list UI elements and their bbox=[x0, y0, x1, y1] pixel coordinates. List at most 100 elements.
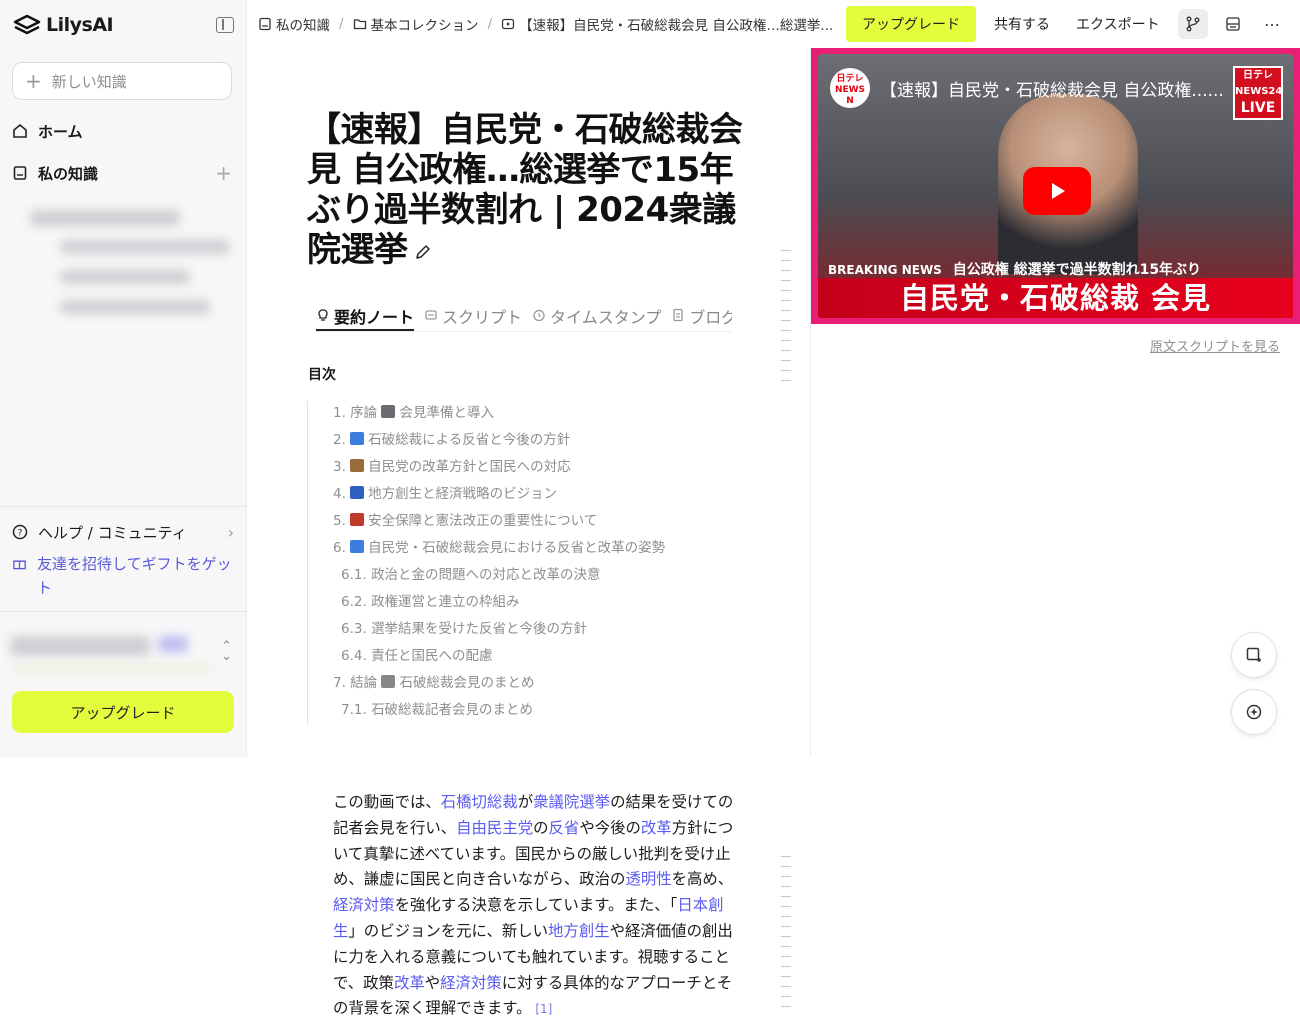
keyword-link[interactable]: 透明性 bbox=[625, 870, 671, 888]
notebook-icon bbox=[259, 17, 271, 31]
help-label: ヘルプ / コミュニティ bbox=[38, 523, 187, 542]
summary-text: この動画では、 bbox=[333, 793, 441, 811]
breaking-news-label: BREAKING NEWS bbox=[828, 263, 942, 277]
toc-item[interactable]: 1. 序論 会見準備と導入 bbox=[333, 401, 757, 428]
sidebar-item-label: ホーム bbox=[38, 122, 83, 141]
account-switcher[interactable]: ⌃ ⌄ bbox=[8, 628, 234, 678]
sidebar-item-my-knowledge[interactable]: 私の知識 + bbox=[12, 158, 234, 188]
toc-item-number: 6.1. bbox=[341, 567, 372, 583]
sidebar-collapse-icon[interactable] bbox=[216, 17, 234, 33]
toc-item[interactable]: 6.2. 政権運営と連立の枠組み bbox=[333, 590, 757, 617]
sidebar-upgrade-button[interactable]: アップグレード bbox=[12, 691, 234, 733]
toc-item-label: 石破総裁会見のまとめ bbox=[399, 675, 535, 691]
toc-item-number: 4. bbox=[333, 486, 351, 502]
summary-text: を強化する決意を示しています。また、「 bbox=[394, 896, 678, 915]
sidebar-item-label: 私の知識 bbox=[38, 164, 99, 183]
help-community-link[interactable]: ? ヘルプ / コミュニティ › bbox=[12, 518, 234, 546]
toc-item[interactable]: 7. 結論 石破総裁会見のまとめ bbox=[333, 671, 757, 698]
keyword-link[interactable]: 自由民主党 bbox=[456, 819, 533, 837]
video-title: 【速報】自民党・石破総裁会見 自公政権...... bbox=[880, 81, 1224, 101]
toc-item[interactable]: 3. 自民党の改革方針と国民への対応 bbox=[333, 455, 757, 482]
tab-timestamp[interactable]: タイムスタンプ bbox=[532, 304, 661, 331]
toc-item-number: 6.3. bbox=[341, 621, 372, 637]
breadcrumb-separator: / bbox=[339, 16, 344, 32]
top-upgrade-button[interactable]: アップグレード bbox=[846, 6, 976, 42]
toc-item[interactable]: 6.4. 責任と国民への配慮 bbox=[333, 644, 757, 671]
play-button[interactable] bbox=[1023, 167, 1091, 215]
sidebar-bottom-blank bbox=[0, 757, 247, 1035]
toc-item[interactable]: 5. 安全保障と憲法改正の重要性について bbox=[333, 509, 757, 536]
gift-icon bbox=[13, 560, 26, 570]
ai-chat-button[interactable] bbox=[1231, 689, 1277, 735]
toc-item-prefix: 序論 bbox=[350, 405, 382, 421]
blurred-folder bbox=[60, 300, 210, 314]
video-player[interactable]: 日テレ NEWS N 【速報】自民党・石破総裁会見 自公政権...... 日テレ… bbox=[811, 48, 1300, 324]
toc-item-label: 安全保障と憲法改正の重要性について bbox=[368, 513, 598, 529]
toc-item-label: 石破総裁記者会見のまとめ bbox=[371, 702, 534, 718]
edit-pencil-icon[interactable] bbox=[414, 243, 432, 261]
keyword-link[interactable]: 経済対策 bbox=[333, 896, 395, 914]
notebook-icon bbox=[13, 166, 27, 180]
chevron-updown-icon: ⌃ ⌄ bbox=[221, 639, 232, 664]
blurred-plan-badge bbox=[158, 636, 188, 652]
app-name: LilysAI bbox=[46, 14, 114, 36]
plus-icon: + bbox=[25, 69, 42, 93]
toc-item[interactable]: 4. 地方創生と経済戦略のビジョン bbox=[333, 482, 757, 509]
help-circle-icon: ? bbox=[12, 524, 28, 540]
breadcrumb-collection[interactable]: 基本コレクション bbox=[371, 14, 479, 34]
keyword-link[interactable]: 衆議院選挙 bbox=[533, 793, 610, 811]
keyword-link[interactable]: 経済対策 bbox=[440, 974, 502, 992]
summary-text: を高め、 bbox=[671, 870, 734, 889]
add-folder-icon[interactable]: + bbox=[215, 161, 232, 185]
summary-text: や bbox=[424, 973, 441, 992]
toc-item[interactable]: 6.1. 政治と金の問題への対応と改革の決意 bbox=[333, 563, 757, 590]
live-badge-channel: 日テレ NEWS24 bbox=[1235, 70, 1283, 97]
document-icon bbox=[673, 308, 683, 322]
blurred-account-name bbox=[10, 636, 150, 656]
microphone-icon bbox=[381, 405, 396, 418]
toc-item-number: 5. bbox=[333, 513, 351, 529]
sidebar-item-home[interactable]: ホーム bbox=[12, 116, 234, 146]
branch-view-button[interactable] bbox=[1177, 9, 1208, 39]
layout-toggle-button[interactable] bbox=[1218, 9, 1248, 39]
toc-item-number: 2. bbox=[333, 432, 351, 448]
more-options-button[interactable]: ⋯ bbox=[1258, 9, 1288, 39]
svg-text:?: ? bbox=[18, 529, 23, 539]
shield-icon bbox=[350, 513, 365, 526]
toc-item[interactable]: 2. 石破総裁による反省と今後の方針 bbox=[333, 428, 757, 455]
keyword-link[interactable]: 反省 bbox=[549, 819, 580, 837]
tab-blog[interactable]: ブログ bbox=[671, 304, 732, 331]
blurred-usage-bar bbox=[10, 664, 210, 672]
citation-link[interactable]: [1] bbox=[532, 1002, 552, 1016]
folder-icon bbox=[353, 19, 366, 30]
tab-summary-note[interactable]: 要約ノート bbox=[316, 304, 415, 331]
tab-label: タイムスタンプ bbox=[550, 308, 662, 327]
breadcrumb-my-knowledge[interactable]: 私の知識 bbox=[276, 14, 330, 34]
keyword-link[interactable]: 地方創生 bbox=[548, 922, 610, 940]
toc-item-number: 6. bbox=[333, 540, 351, 556]
toc-item-label: 政治と金の問題への対応と改革の決意 bbox=[371, 567, 601, 583]
toc-item-number: 6.4. bbox=[341, 648, 372, 664]
export-button[interactable]: エクスポート bbox=[1076, 14, 1160, 34]
toc-item-number: 3. bbox=[333, 459, 351, 475]
headline-banner: 自民党・石破総裁 会見 bbox=[818, 278, 1293, 318]
add-note-icon bbox=[1246, 647, 1261, 662]
toc-item[interactable]: 6. 自民党・石破総裁会見における反省と改革の姿勢 bbox=[333, 536, 757, 563]
add-note-button[interactable] bbox=[1231, 632, 1277, 678]
share-button[interactable]: 共有する bbox=[994, 14, 1050, 34]
keyword-link[interactable]: 改革 bbox=[641, 819, 672, 837]
scroll-indicator bbox=[781, 250, 791, 390]
speaking-head-icon bbox=[350, 540, 365, 553]
keyword-link[interactable]: 改革 bbox=[394, 974, 425, 992]
lilys-logo-icon bbox=[13, 14, 41, 35]
logo-row: LilysAI bbox=[12, 10, 234, 40]
invite-friends-link[interactable]: 友達を招待してギフトをゲット bbox=[12, 552, 234, 600]
tab-script[interactable]: スクリプト bbox=[424, 304, 522, 331]
keyword-link[interactable]: 石橋切総裁 bbox=[441, 793, 518, 811]
lightbulb-icon bbox=[318, 309, 328, 321]
toc-item[interactable]: 7.1. 石破総裁記者会見のまとめ bbox=[333, 698, 757, 725]
toc-item[interactable]: 6.3. 選挙結果を受けた反省と今後の方針 bbox=[333, 617, 757, 644]
new-knowledge-button[interactable]: + 新しい知識 bbox=[12, 62, 232, 100]
toc-item-number: 1. bbox=[333, 405, 351, 421]
view-original-script-link[interactable]: 原文スクリプトを見る bbox=[1150, 336, 1280, 355]
